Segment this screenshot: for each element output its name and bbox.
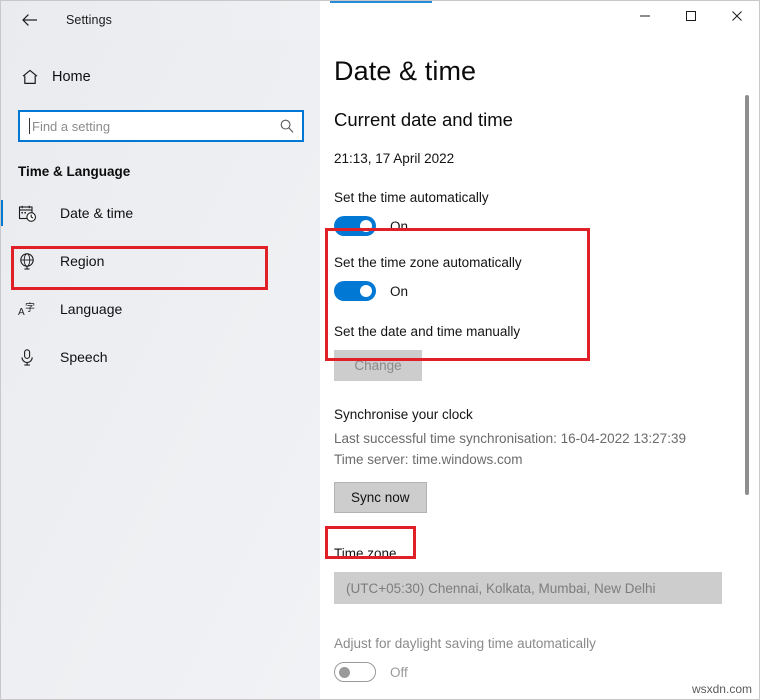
daylight-saving-group: Adjust for daylight saving time automati… (334, 636, 760, 683)
sidebar: Home Time & Language (0, 40, 320, 700)
sync-now-button[interactable]: Sync now (334, 482, 427, 514)
current-date-time-heading: Current date and time (334, 109, 513, 130)
sidebar-item-label: Language (60, 301, 123, 317)
set-timezone-automatically-row: On (334, 281, 760, 301)
daylight-saving-row: Off (334, 662, 760, 683)
watermark: wsxdn.com (691, 682, 752, 696)
set-timezone-automatically-toggle[interactable] (334, 281, 376, 301)
maximize-button[interactable] (668, 0, 714, 32)
set-time-automatically-row: On (334, 216, 760, 236)
main-content-inner: Date & time Current date and time 21:13,… (334, 40, 760, 683)
manual-datetime-group: Set the date and time manually Change (334, 324, 760, 381)
set-timezone-automatically-label: Set the time zone automatically (334, 255, 522, 270)
sidebar-item-label: Date & time (60, 205, 134, 221)
microphone-icon (18, 348, 48, 367)
back-arrow-icon (21, 12, 39, 28)
sidebar-item-label: Speech (60, 349, 108, 365)
globe-icon (18, 252, 48, 271)
change-button[interactable]: Change (334, 350, 422, 381)
close-icon (731, 10, 743, 22)
settings-window: Settings Home Find a setting Time & Lang… (0, 0, 760, 700)
svg-text:字: 字 (25, 301, 35, 314)
time-server-text: Time server: time.windows.com (334, 451, 523, 467)
sync-clock-heading: Synchronise your clock (334, 407, 473, 422)
search-icon[interactable] (272, 118, 302, 134)
svg-text:A: A (18, 307, 25, 318)
sidebar-item-region[interactable]: Region (0, 237, 320, 285)
sidebar-nav-list: Date & time Region A 字 Language Speech (0, 189, 320, 381)
accent-sliver (330, 0, 432, 3)
minimize-icon (639, 10, 651, 22)
close-button[interactable] (714, 0, 760, 32)
sidebar-item-label: Region (60, 253, 105, 269)
home-icon (12, 67, 48, 87)
window-body: Home Time & Language (0, 40, 760, 700)
set-timezone-automatically-state: On (390, 283, 409, 299)
search-caret (29, 118, 30, 134)
maximize-icon (685, 10, 697, 22)
sidebar-item-language[interactable]: A 字 Language (0, 285, 320, 333)
page-title: Date & time (334, 56, 477, 86)
sync-clock-group: Synchronise your clock Last successful t… (334, 407, 760, 514)
main-content: Date & time Current date and time 21:13,… (320, 40, 760, 700)
set-time-automatically-state: On (390, 218, 409, 234)
set-time-automatically-label: Set the time automatically (334, 190, 489, 205)
set-time-automatically-group: Set the time automatically On (334, 190, 760, 236)
manual-datetime-label: Set the date and time manually (334, 324, 521, 339)
daylight-saving-state: Off (390, 664, 408, 680)
timezone-select[interactable]: (UTC+05:30) Chennai, Kolkata, Mumbai, Ne… (334, 572, 722, 605)
calendar-clock-icon (18, 204, 48, 223)
daylight-saving-toggle[interactable] (334, 662, 376, 683)
sidebar-item-date-time[interactable]: Date & time (0, 189, 320, 237)
title-bar: Settings (0, 0, 760, 40)
scrollbar-thumb[interactable] (745, 95, 749, 495)
current-date-time-value: 21:13, 17 April 2022 (334, 151, 455, 166)
sidebar-item-speech[interactable]: Speech (0, 333, 320, 381)
last-sync-text: Last successful time synchronisation: 16… (334, 431, 686, 446)
search-input[interactable] (20, 118, 272, 134)
timezone-group: Time zone (UTC+05:30) Chennai, Kolkata, … (334, 546, 760, 605)
window-controls (320, 0, 760, 40)
timezone-label: Time zone (334, 546, 397, 562)
set-timezone-automatically-group: Set the time zone automatically On (334, 255, 760, 301)
search-box[interactable] (18, 110, 304, 142)
back-button[interactable] (8, 4, 52, 36)
daylight-saving-label: Adjust for daylight saving time automati… (334, 636, 596, 652)
sidebar-item-home[interactable]: Home (12, 60, 320, 94)
title-bar-left: Settings (0, 0, 320, 40)
sidebar-category-title: Time & Language (18, 164, 131, 179)
window-title: Settings (66, 13, 112, 27)
minimize-button[interactable] (622, 0, 668, 32)
language-icon: A 字 (18, 300, 48, 319)
scrollbar-track[interactable] (740, 40, 752, 700)
home-label: Home (52, 69, 91, 85)
set-time-automatically-toggle[interactable] (334, 216, 376, 236)
